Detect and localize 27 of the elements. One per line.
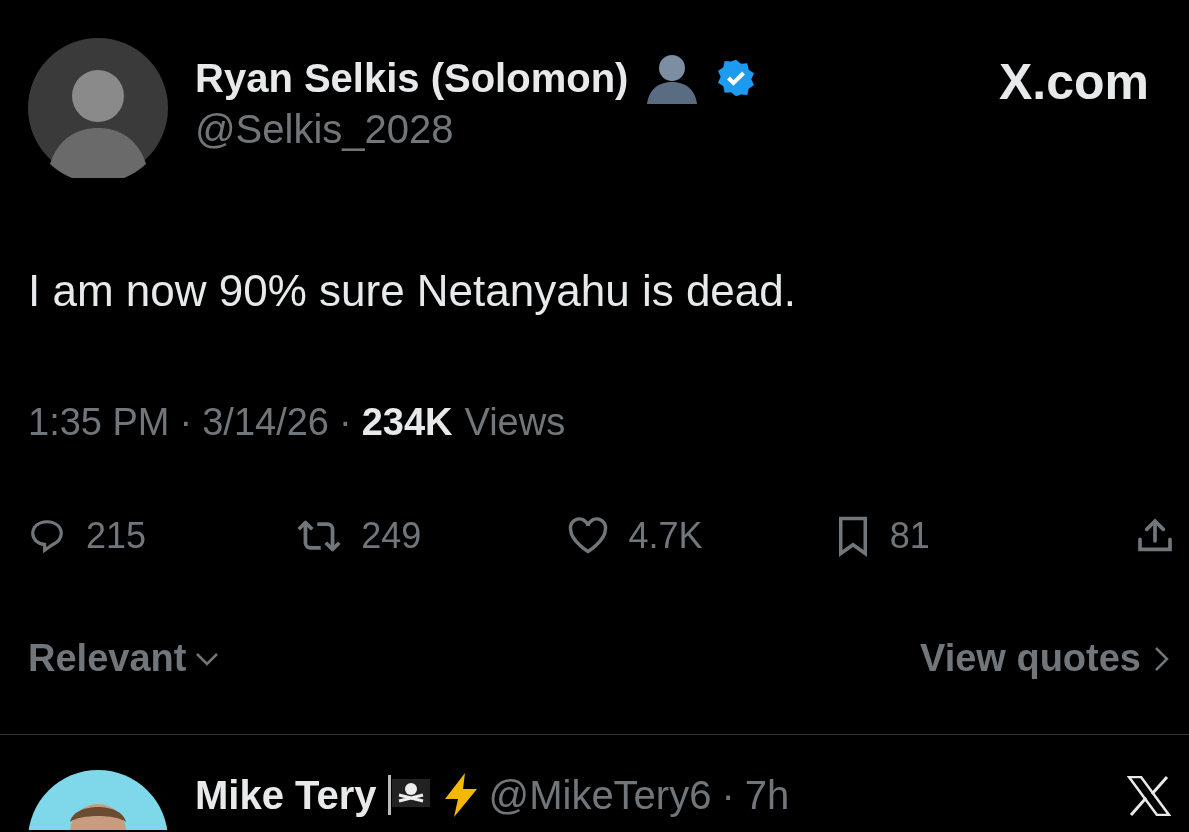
author-name: Ryan Selkis (Solomon) bbox=[195, 55, 629, 102]
x-logo-icon[interactable] bbox=[1127, 776, 1171, 816]
separator-dot: · bbox=[179, 400, 193, 445]
views-label: Views bbox=[464, 400, 566, 445]
reply-handle: @MikeTery6 bbox=[488, 772, 712, 819]
action-count: 249 bbox=[361, 514, 422, 558]
sort-dropdown[interactable]: Relevant bbox=[28, 630, 221, 687]
action-count: 215 bbox=[86, 514, 147, 558]
source-label: X.com bbox=[998, 53, 1149, 112]
lightning-icon bbox=[442, 773, 479, 817]
post-time: 1:35 PM bbox=[28, 400, 170, 445]
post-text: I am now 90% sure Netanyahu is dead. bbox=[27, 265, 797, 317]
action-count: 81 bbox=[889, 514, 930, 558]
author-handle: @Selkis_2028 bbox=[195, 106, 455, 153]
views-count: 234K bbox=[361, 400, 453, 445]
reply-author-name: Mike Tery bbox=[195, 772, 377, 819]
reply-age: 7h bbox=[744, 772, 790, 819]
pirate-flag-icon bbox=[386, 775, 433, 815]
reply-icon[interactable] bbox=[28, 517, 66, 555]
separator-dot: · bbox=[339, 400, 352, 445]
chevron-right-icon bbox=[1153, 644, 1171, 673]
view-quotes-link[interactable]: View quotes bbox=[919, 630, 1171, 687]
heart-icon[interactable] bbox=[566, 517, 609, 555]
chevron-down-icon bbox=[194, 650, 221, 667]
action-count: 4.7K bbox=[628, 514, 703, 558]
separator-dot: · bbox=[721, 772, 735, 819]
post-date: 3/14/26 bbox=[202, 400, 329, 445]
